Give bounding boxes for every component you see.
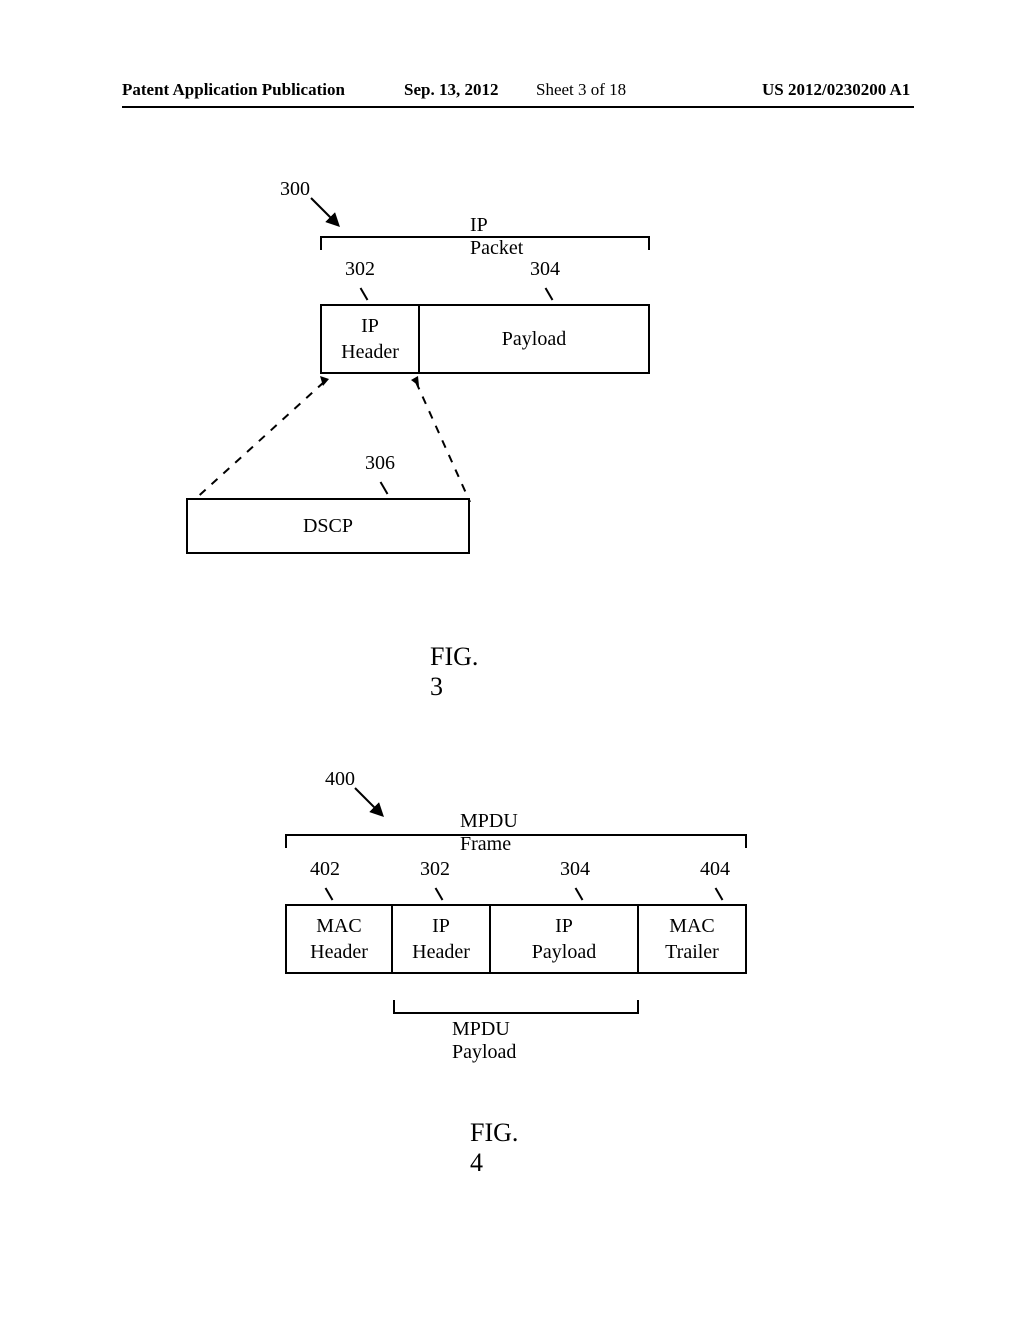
ref-304-fig4: 304	[560, 858, 590, 881]
publication-label: Patent Application Publication	[122, 80, 345, 100]
ref-302-slash-fig4	[435, 887, 444, 900]
ref-404: 404	[700, 858, 730, 881]
ref-300-label: 300	[280, 178, 310, 201]
ref-402-slash	[325, 887, 334, 900]
ref-306: 306	[365, 452, 395, 475]
ip-payload-text: IP Payload	[532, 913, 596, 965]
mpdu-payload-label: MPDU Payload	[452, 1018, 516, 1064]
mac-header-box: MAC Header	[285, 904, 393, 974]
ip-header-text-fig4: IP Header	[412, 913, 470, 965]
mac-trailer-text: MAC Trailer	[665, 913, 719, 965]
fig4-caption: FIG. 4	[470, 1118, 518, 1178]
mac-trailer-box: MAC Trailer	[637, 904, 747, 974]
ip-payload-box: IP Payload	[489, 904, 639, 974]
header-rule	[122, 106, 914, 108]
ref-304-slash-fig3	[545, 287, 554, 300]
dscp-text: DSCP	[303, 515, 353, 538]
mac-header-text: MAC Header	[310, 913, 368, 965]
sheet-number: Sheet 3 of 18	[536, 80, 626, 100]
dscp-box: DSCP	[186, 498, 470, 554]
publication-number: US 2012/0230200 A1	[762, 80, 910, 100]
ref-402: 402	[310, 858, 340, 881]
fig4-bottom-bracket	[393, 1000, 639, 1014]
mpdu-frame-title: MPDU Frame	[460, 810, 518, 856]
publication-date: Sep. 13, 2012	[404, 80, 498, 100]
fig3-top-bracket	[320, 236, 650, 250]
ref-304-fig3: 304	[530, 258, 560, 281]
fig3-expansion-lines	[180, 374, 530, 514]
payload-text: Payload	[502, 328, 566, 351]
payload-box: Payload	[418, 304, 650, 374]
ip-header-box: IP Header	[320, 304, 420, 374]
ip-header-box-fig4: IP Header	[391, 904, 491, 974]
ref-302-fig4: 302	[420, 858, 450, 881]
ip-header-text: IP Header	[341, 313, 399, 365]
fig4-top-bracket	[285, 834, 747, 848]
ref-304-slash-fig4	[575, 887, 584, 900]
ref-302-slash-fig3	[360, 287, 369, 300]
ref-404-slash	[715, 887, 724, 900]
ref-300-arrow	[308, 195, 348, 235]
ref-302-fig3: 302	[345, 258, 375, 281]
fig3-caption: FIG. 3	[430, 642, 478, 702]
ref-400-label: 400	[325, 768, 355, 791]
ref-400-arrow	[352, 785, 392, 825]
